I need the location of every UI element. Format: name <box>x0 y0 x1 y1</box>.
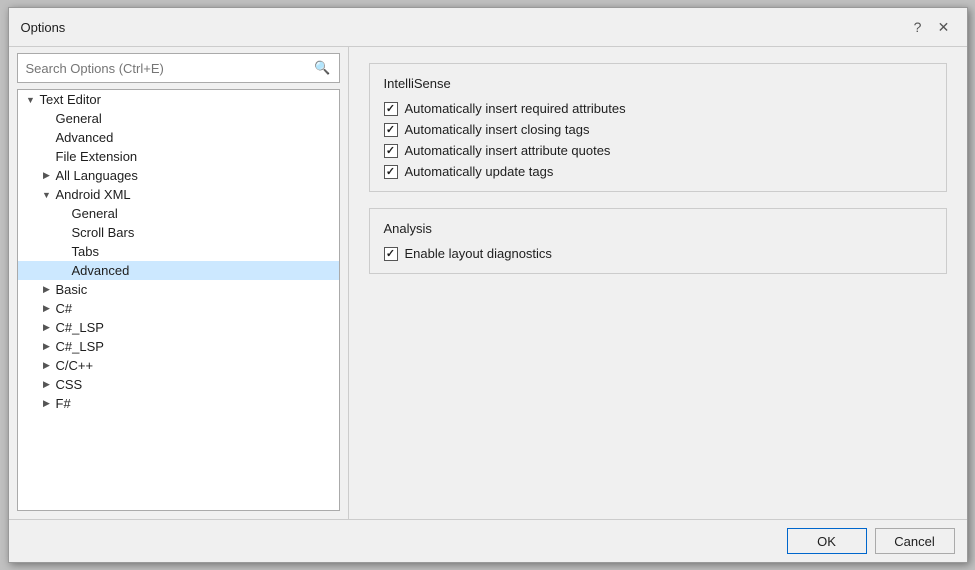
tree-label-basic: Basic <box>54 282 88 297</box>
checkbox-enable-diagnostics: Enable layout diagnostics <box>384 246 932 261</box>
expand-icon-cpp: ▶ <box>40 359 54 373</box>
expand-icon-css: ▶ <box>40 378 54 392</box>
tree-item-cpp[interactable]: ▶ C/C++ <box>18 356 339 375</box>
expand-icon-basic: ▶ <box>40 283 54 297</box>
help-button[interactable]: ? <box>907 16 929 38</box>
tree-label-css: CSS <box>54 377 83 392</box>
expand-icon-scroll-bars <box>56 226 70 240</box>
cancel-button[interactable]: Cancel <box>875 528 955 554</box>
expand-icon-csharp: ▶ <box>40 302 54 316</box>
tree-item-file-extension[interactable]: File Extension <box>18 147 339 166</box>
tree-item-advanced[interactable]: Advanced <box>18 128 339 147</box>
bottom-bar: OK Cancel <box>9 519 967 562</box>
main-content: 🔍 ▼ Text Editor General Advanced <box>9 47 967 519</box>
checkbox-auto-insert-attrs: Automatically insert required attributes <box>384 101 932 116</box>
expand-icon-all-languages: ▶ <box>40 169 54 183</box>
expand-icon-csharp-lsp2: ▶ <box>40 340 54 354</box>
tree-item-basic[interactable]: ▶ Basic <box>18 280 339 299</box>
expand-icon-tabs <box>56 245 70 259</box>
label-auto-update-tags: Automatically update tags <box>405 164 554 179</box>
checkbox-auto-insert-quotes: Automatically insert attribute quotes <box>384 143 932 158</box>
label-auto-insert-closing: Automatically insert closing tags <box>405 122 590 137</box>
tree-label-android-xml: Android XML <box>54 187 131 202</box>
checkbox-auto-insert-closing: Automatically insert closing tags <box>384 122 932 137</box>
close-button[interactable]: ✕ <box>933 16 955 38</box>
search-icon: 🔍 <box>314 60 330 76</box>
intellisense-section: IntelliSense Automatically insert requir… <box>369 63 947 192</box>
label-enable-diagnostics: Enable layout diagnostics <box>405 246 552 261</box>
tree-label-fsharp: F# <box>54 396 71 411</box>
tree-item-android-xml[interactable]: ▼ Android XML <box>18 185 339 204</box>
checkbox-auto-insert-quotes-input[interactable] <box>384 144 398 158</box>
label-auto-insert-quotes: Automatically insert attribute quotes <box>405 143 611 158</box>
title-controls: ? ✕ <box>907 16 955 38</box>
expand-icon-advanced-selected <box>56 264 70 278</box>
tree-item-scroll-bars[interactable]: Scroll Bars <box>18 223 339 242</box>
checkbox-auto-insert-attrs-input[interactable] <box>384 102 398 116</box>
expand-icon-android-xml: ▼ <box>40 188 54 202</box>
intellisense-title: IntelliSense <box>384 76 932 91</box>
tree-label-text-editor: Text Editor <box>38 92 101 107</box>
tree-item-fsharp[interactable]: ▶ F# <box>18 394 339 413</box>
left-panel: 🔍 ▼ Text Editor General Advanced <box>9 47 349 519</box>
expand-icon-android-xml-general <box>56 207 70 221</box>
expand-icon-csharp-lsp1: ▶ <box>40 321 54 335</box>
checkbox-auto-update-tags-input[interactable] <box>384 165 398 179</box>
expand-icon-fsharp: ▶ <box>40 397 54 411</box>
tree-label-file-extension: File Extension <box>54 149 138 164</box>
expand-icon-text-editor: ▼ <box>24 93 38 107</box>
tree-label-tabs: Tabs <box>70 244 99 259</box>
tree-item-csharp-lsp2[interactable]: ▶ C#_LSP <box>18 337 339 356</box>
dialog-title: Options <box>21 20 66 35</box>
tree-label-csharp-lsp1: C#_LSP <box>54 320 104 335</box>
tree-label-android-xml-general: General <box>70 206 118 221</box>
tree-label-all-languages: All Languages <box>54 168 138 183</box>
tree-item-text-editor[interactable]: ▼ Text Editor <box>18 90 339 109</box>
ok-button[interactable]: OK <box>787 528 867 554</box>
analysis-title: Analysis <box>384 221 932 236</box>
tree-item-css[interactable]: ▶ CSS <box>18 375 339 394</box>
checkbox-auto-insert-closing-input[interactable] <box>384 123 398 137</box>
checkbox-auto-update-tags: Automatically update tags <box>384 164 932 179</box>
label-auto-insert-attrs: Automatically insert required attributes <box>405 101 626 116</box>
tree-label-cpp: C/C++ <box>54 358 94 373</box>
right-panel: IntelliSense Automatically insert requir… <box>349 47 967 519</box>
tree-label-csharp-lsp2: C#_LSP <box>54 339 104 354</box>
tree-item-csharp[interactable]: ▶ C# <box>18 299 339 318</box>
expand-icon-general <box>40 112 54 126</box>
tree-label-csharp: C# <box>54 301 73 316</box>
tree-item-csharp-lsp1[interactable]: ▶ C#_LSP <box>18 318 339 337</box>
expand-icon-advanced <box>40 131 54 145</box>
search-input[interactable] <box>26 61 315 76</box>
checkbox-enable-diagnostics-input[interactable] <box>384 247 398 261</box>
tree-label-advanced-selected: Advanced <box>70 263 130 278</box>
tree-label-scroll-bars: Scroll Bars <box>70 225 135 240</box>
tree-item-advanced-selected[interactable]: Advanced <box>18 261 339 280</box>
title-bar: Options ? ✕ <box>9 8 967 47</box>
tree-item-android-xml-general[interactable]: General <box>18 204 339 223</box>
tree-item-all-languages[interactable]: ▶ All Languages <box>18 166 339 185</box>
expand-icon-file-extension <box>40 150 54 164</box>
tree-label-general: General <box>54 111 102 126</box>
tree-container[interactable]: ▼ Text Editor General Advanced File Exte… <box>17 89 340 511</box>
options-dialog: Options ? ✕ 🔍 ▼ Text Editor <box>8 7 968 563</box>
search-box[interactable]: 🔍 <box>17 53 340 83</box>
tree-item-general[interactable]: General <box>18 109 339 128</box>
tree-item-tabs[interactable]: Tabs <box>18 242 339 261</box>
analysis-section: Analysis Enable layout diagnostics <box>369 208 947 274</box>
tree-label-advanced: Advanced <box>54 130 114 145</box>
